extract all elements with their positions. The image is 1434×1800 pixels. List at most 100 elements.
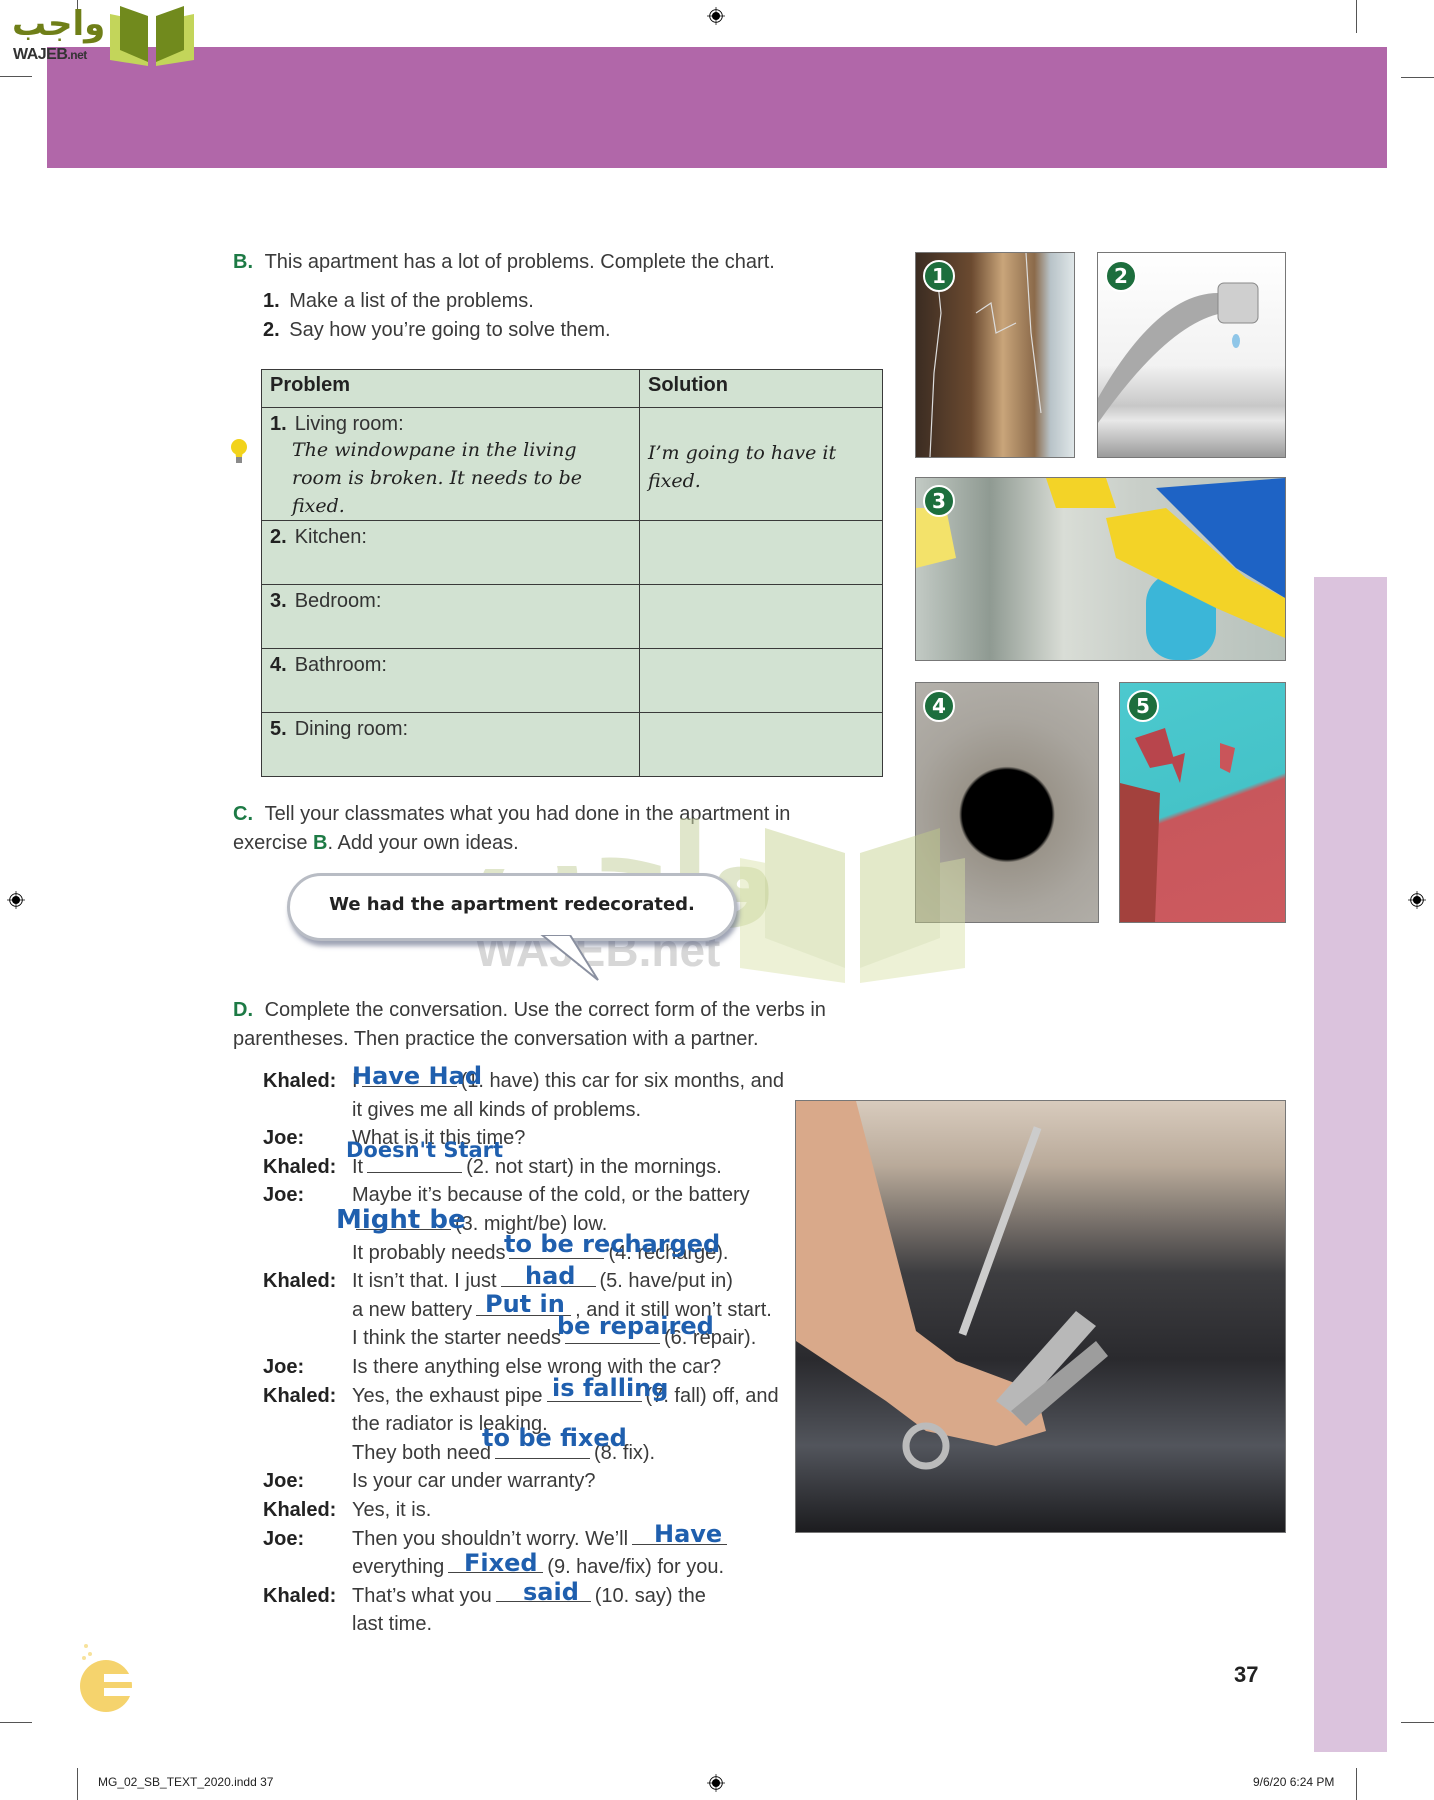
section-b-text: This apartment has a lot of problems. Co… [264, 251, 775, 273]
utterance: Yes, it is. [352, 1496, 431, 1525]
answer-4: to be recharged [504, 1230, 721, 1258]
conversation-line: Khaled: Yes, the exhaust pipe (7. fall) of… [263, 1382, 803, 1411]
step-text: Say how you’re going to solve them. [289, 319, 611, 341]
utterance-text: Is your car under warranty? [352, 1470, 596, 1493]
problem-cell[interactable]: 3. Bedroom: [261, 584, 640, 649]
room-label: Kitchen: [294, 526, 367, 548]
room-label: Dining room: [294, 718, 409, 740]
answer-3: Might be [336, 1205, 466, 1235]
room-label: Living room: [294, 413, 404, 435]
speaker-label: Joe: [263, 1470, 305, 1493]
logo-latin-text: WAJEB.net [13, 46, 87, 64]
crop-mark [0, 1722, 32, 1723]
row-number: 4. [270, 654, 287, 676]
logo-suffix: .net [67, 48, 87, 62]
conversation-line: Joe: What is it this time? [263, 1124, 803, 1153]
page-number: 37 [1234, 1662, 1259, 1687]
answer-7: be repaired [557, 1312, 714, 1340]
conversation-line: last time. [263, 1610, 803, 1639]
crop-mark [1356, 0, 1357, 33]
solution-cell[interactable] [639, 648, 883, 713]
photo-dripping-faucet: 2 [1097, 252, 1286, 458]
section-b-letter: B. [233, 251, 253, 273]
answer-8: is falling [552, 1374, 669, 1402]
answer-6: Put in [485, 1290, 565, 1318]
row-number: 1. [270, 413, 287, 435]
photo-number-badge: 1 [923, 260, 955, 292]
step-text: Make a list of the problems. [289, 290, 534, 312]
speaker-label: Khaled: [263, 1584, 337, 1607]
conversation-line: Khaled: It (2. not start) in the mornings. [263, 1153, 803, 1182]
chart-row: 3. Bedroom: [261, 584, 883, 649]
answer-10a: Have [654, 1520, 723, 1548]
speaker-label: Joe: [263, 1355, 305, 1378]
solution-cell[interactable] [639, 712, 883, 777]
row-number: 5. [270, 718, 287, 740]
problem-cell[interactable]: 4. Bathroom: [261, 648, 640, 713]
utterance: it gives me all kinds of problems. [352, 1096, 641, 1125]
utterance-text: Yes, it is. [352, 1498, 432, 1521]
section-b-step-2: 2. Say how you’re going to solve them. [263, 316, 611, 345]
watermark-book-icon [740, 828, 965, 983]
utterance-hint: (5. have/put in) [599, 1270, 733, 1293]
utterance: Is your car under warranty? [352, 1467, 595, 1496]
header-banner [47, 47, 1387, 168]
answer-5: had [525, 1262, 576, 1290]
answer-11: said [523, 1578, 579, 1606]
row-number: 3. [270, 590, 287, 612]
utterance: last time. [352, 1610, 432, 1639]
utterance-text: last time. [352, 1613, 433, 1636]
speaker-label: Khaled: [263, 1270, 337, 1293]
solution-cell[interactable] [639, 584, 883, 649]
solution-text: I’m going to have it fixed. [648, 442, 837, 492]
photo-number-badge: 3 [923, 485, 955, 517]
section-b-instruction: B. This apartment has a lot of problems.… [233, 248, 775, 277]
speaker-label: Joe: [263, 1527, 305, 1550]
section-d-text: Complete the conversation. Use the corre… [233, 999, 826, 1050]
logo-latin-word: WAJEB [13, 46, 68, 63]
crop-mark [1356, 1768, 1357, 1800]
book-logo-icon [110, 6, 194, 66]
utterance-text: I think the starter needs [352, 1327, 562, 1350]
exercise-reference: B [313, 832, 328, 854]
lightbulb-icon[interactable] [230, 438, 248, 466]
utterance-text: everything [352, 1556, 445, 1579]
photo-number-badge: 4 [923, 690, 955, 722]
logo-arabic-text: واجب [12, 4, 106, 44]
problem-cell[interactable]: 2. Kitchen: [261, 520, 640, 585]
problem-cell[interactable]: 5. Dining room: [261, 712, 640, 777]
file-name: MG_02_SB_TEXT_2020.indd 37 [98, 1775, 274, 1789]
crop-mark [0, 76, 32, 77]
solution-cell[interactable] [639, 520, 883, 585]
speaker-label: Khaled: [263, 1384, 337, 1407]
conversation-line: Khaled: I (1. have) this car for six month… [263, 1067, 803, 1096]
section-b-step-1: 1. Make a list of the problems. [263, 287, 534, 316]
utterance-hint: (1. have) this car for six months, and [460, 1070, 785, 1092]
utterance-text: Yes, the exhaust pipe [352, 1384, 543, 1407]
header-problem: Problem [261, 369, 640, 408]
side-color-bar [1314, 577, 1387, 1752]
problem-text: The windowpane in the living room is bro… [292, 439, 583, 517]
publisher-logo-icon [80, 1644, 134, 1712]
answer-1: Have Had [352, 1062, 483, 1090]
solution-cell[interactable]: I’m going to have it fixed. [639, 407, 883, 521]
utterance-text: it gives me all kinds of problems. [352, 1098, 642, 1121]
photo-cleaning-window: 3 [915, 477, 1286, 661]
speaker-label: Joe: [263, 1184, 305, 1207]
utterance-text: That’s what you [352, 1584, 492, 1607]
step-number: 1. [263, 290, 280, 312]
row-number: 2. [270, 526, 287, 548]
utterance-text: They both need [352, 1441, 491, 1464]
problem-solution-chart: Problem Solution 1. Living room: The wind… [261, 369, 883, 777]
chart-row: 2. Kitchen: [261, 520, 883, 585]
answer-10b: Fixed [464, 1549, 538, 1577]
speech-bubble-text: We had the apartment redecorated. [329, 894, 695, 915]
section-d-instruction: D. Complete the conversation. Use the co… [233, 996, 873, 1054]
chart-row: 5. Dining room: [261, 712, 883, 777]
chart-header-row: Problem Solution [261, 369, 883, 408]
answer-2: Doesn't Start [346, 1138, 504, 1162]
problem-cell[interactable]: 1. Living room: The windowpane in the liv… [261, 407, 640, 521]
crop-mark [1401, 77, 1434, 78]
print-timestamp: 9/6/20 6:24 PM [1253, 1775, 1335, 1789]
site-logo[interactable]: واجب WAJEB.net [10, 4, 194, 66]
